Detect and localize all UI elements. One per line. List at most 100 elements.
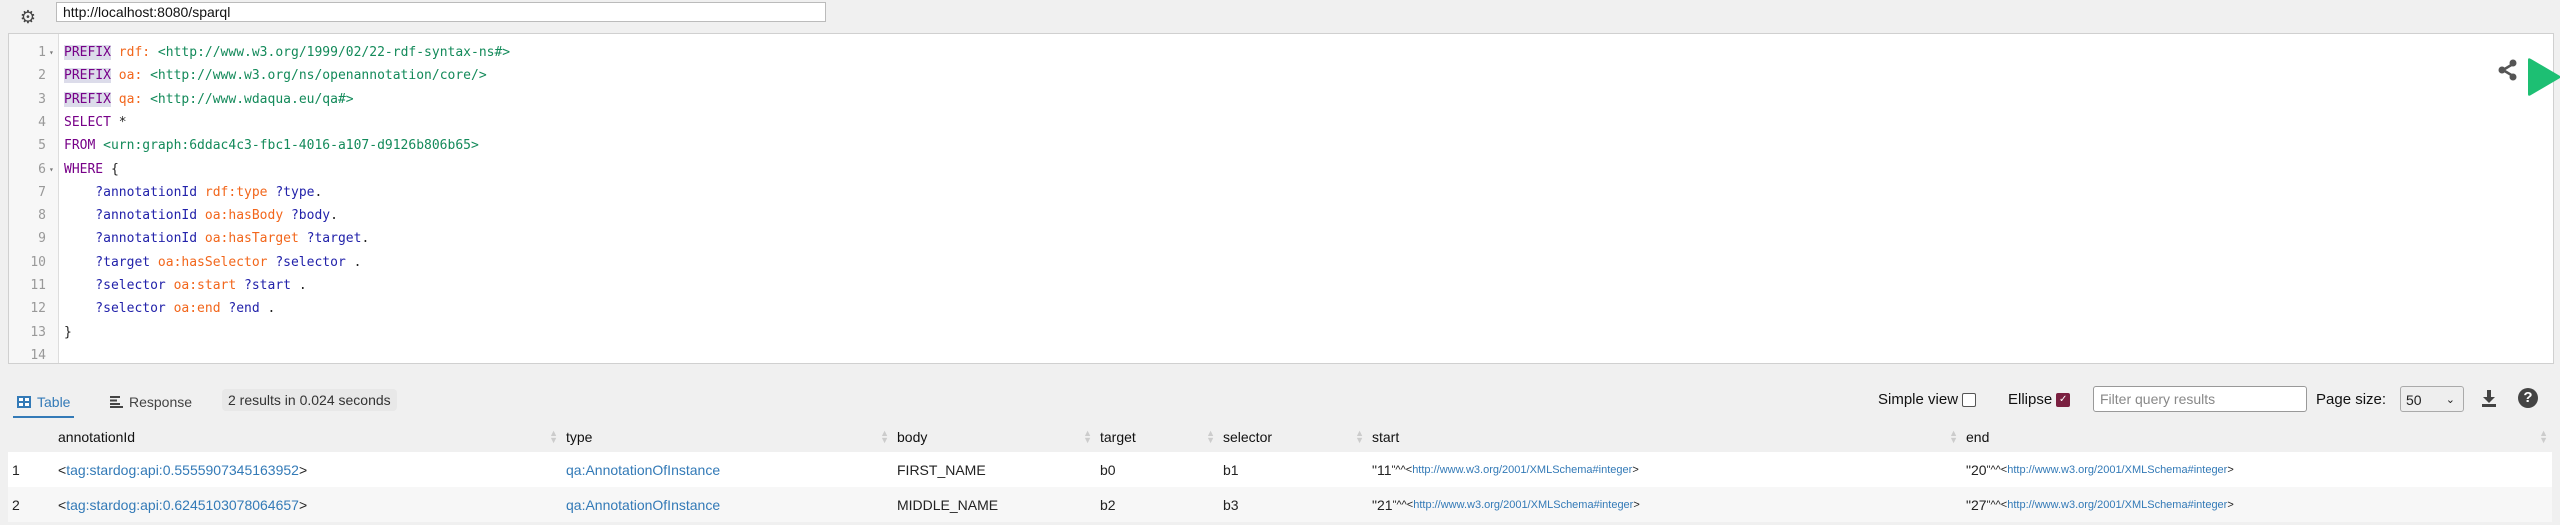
code-token: SELECT	[64, 114, 111, 130]
sort-icon[interactable]: ▲ ▼	[880, 429, 889, 445]
code-token: .	[361, 231, 370, 247]
table-cell: FIRST_NAME	[893, 452, 1096, 487]
sort-icon[interactable]: ▲ ▼	[1083, 429, 1092, 445]
column-header-body[interactable]: body ▲ ▼	[893, 422, 1096, 452]
code-token: ?target	[64, 254, 151, 270]
column-header-annotationId[interactable]: annotationId ▲ ▼	[54, 422, 562, 452]
column-header-label: start	[1372, 429, 1400, 445]
column-header-label: end	[1966, 429, 1990, 445]
code-token: ?annotationId	[64, 184, 198, 200]
table-icon	[17, 396, 31, 408]
body-value: FIRST_NAME	[897, 461, 986, 478]
line-number: 3	[38, 91, 46, 107]
datatype-link[interactable]: http://www.w3.org/2001/XMLSchema#integer	[2007, 499, 2227, 511]
code-token: .	[330, 208, 338, 224]
selector-value: b1	[1223, 461, 1239, 478]
page-size-select[interactable]: 50 ⌄	[2400, 386, 2464, 412]
code-text: WHERE {	[64, 158, 119, 181]
column-header-end[interactable]: end ▲ ▼	[1962, 422, 2552, 452]
code-token: .	[259, 301, 276, 317]
filter-results-input[interactable]	[2093, 386, 2307, 412]
code-token: ?annotationId	[64, 231, 198, 247]
code-token: qa:	[110, 91, 143, 107]
code-text: PREFIX oa: <http://www.w3.org/ns/openann…	[64, 64, 487, 87]
code-token: FROM	[64, 138, 96, 154]
datatype-link[interactable]: http://www.w3.org/2001/XMLSchema#integer	[2007, 464, 2227, 476]
code-token: PREFIX	[64, 68, 111, 84]
line-number: 7	[38, 184, 46, 200]
target-value: b2	[1100, 496, 1116, 513]
code-token: ?type	[267, 184, 315, 200]
ellipse-toggle[interactable]: Ellipse ✓	[2008, 389, 2071, 411]
column-header-label: annotationId	[58, 429, 136, 445]
fold-arrow-icon[interactable]: ▾	[49, 41, 54, 64]
datatype-link[interactable]: http://www.w3.org/2001/XMLSchema#integer	[1412, 464, 1632, 476]
tab-table[interactable]: Table	[13, 392, 75, 418]
line-number: 8	[38, 208, 46, 224]
simple-view-toggle[interactable]: Simple view	[1878, 389, 1977, 411]
play-icon[interactable]	[2522, 56, 2560, 98]
type-link[interactable]: qa:AnnotationOfInstance	[566, 462, 720, 478]
column-header-target[interactable]: target ▲ ▼	[1096, 422, 1219, 452]
start-value: 21	[1376, 496, 1393, 513]
bracket: >	[298, 461, 308, 478]
line-number: 13	[30, 324, 46, 340]
table-cell: b3	[1219, 487, 1368, 522]
tab-response[interactable]: Response	[110, 392, 192, 412]
results-summary: 2 results in 0.024 seconds	[222, 389, 397, 411]
sort-icon[interactable]: ▲ ▼	[1206, 429, 1215, 445]
ellipse-checkbox[interactable]: ✓	[2056, 393, 2071, 407]
fold-arrow-icon[interactable]: ▾	[49, 158, 54, 181]
column-header-type[interactable]: type ▲ ▼	[562, 422, 893, 452]
question-circle-icon[interactable]: ?	[2518, 388, 2538, 408]
table-cell: <tag:stardog:api:0.5555907345163952>	[54, 452, 562, 487]
column-header-label: body	[897, 429, 928, 445]
code-token: oa:hasSelector	[150, 254, 268, 270]
simple-view-checkbox[interactable]	[1962, 393, 1977, 407]
share-icon[interactable]	[2497, 58, 2519, 82]
bracket: >	[1632, 463, 1639, 476]
sort-icon[interactable]: ▲ ▼	[1355, 429, 1364, 445]
datatype-link[interactable]: http://www.w3.org/2001/XMLSchema#integer	[1413, 499, 1633, 511]
bracket: >	[2227, 463, 2234, 476]
code-text: SELECT *	[64, 111, 127, 134]
sort-icon[interactable]: ▲ ▼	[1949, 429, 1958, 445]
line-number: 10	[30, 254, 46, 270]
table-cell: qa:AnnotationOfInstance	[562, 487, 893, 522]
annotation-id-link[interactable]: tag:stardog:api:0.5555907345163952	[66, 462, 299, 478]
bracket: >	[1633, 498, 1640, 511]
table-cell: MIDDLE_NAME	[893, 487, 1096, 522]
code-token: oa:hasBody	[197, 208, 284, 224]
query-editor[interactable]: 1 ▾ PREFIX rdf: <http://www.w3.org/1999/02…	[8, 33, 2560, 364]
column-header-start[interactable]: start ▲ ▼	[1368, 422, 1962, 452]
code-token: <urn:graph:6ddac4c3-fbc1-4016-a107-d9126…	[95, 138, 479, 154]
table-cell: 1	[8, 452, 54, 487]
column-header-selector[interactable]: selector ▲ ▼	[1219, 422, 1368, 452]
table-cell: b2	[1096, 487, 1219, 522]
code-token: ?body	[283, 208, 331, 224]
bracket: <	[58, 496, 67, 513]
code-token: rdf:	[110, 45, 151, 60]
type-link[interactable]: qa:AnnotationOfInstance	[566, 497, 720, 513]
download-icon[interactable]	[2480, 389, 2498, 407]
annotation-id-link[interactable]: tag:stardog:api:0.6245103078064657	[66, 497, 299, 513]
column-header-label: target	[1100, 429, 1136, 445]
ellipse-label: Ellipse	[2008, 391, 2053, 408]
bracket: >	[2227, 498, 2234, 511]
code-token: rdf:type	[197, 184, 268, 200]
datatype-prefix: "^^<	[1986, 463, 2008, 476]
code-text: PREFIX qa: <http://www.wdaqua.eu/qa#>	[64, 88, 354, 111]
line-number: 5	[38, 138, 46, 154]
chevron-down-icon: ⌄	[2445, 394, 2455, 406]
gear-icon[interactable]: ⚙	[19, 8, 37, 26]
table-row: 1 <tag:stardog:api:0.5555907345163952> qa:…	[8, 452, 2552, 487]
endpoint-url-input[interactable]	[56, 2, 826, 22]
code-text: ?target oa:hasSelector ?selector .	[64, 251, 361, 274]
code-text: PREFIX rdf: <http://www.w3.org/1999/02/2…	[64, 41, 510, 64]
table-header-row: annotationId ▲ ▼ type ▲ ▼ body ▲ ▼ target ▲ ▼ select…	[8, 422, 2552, 452]
end-value: 20	[1970, 461, 1987, 478]
code-token: }	[64, 324, 72, 340]
sort-icon[interactable]: ▲ ▼	[549, 429, 558, 445]
code-token: WHERE	[64, 161, 104, 177]
sort-icon[interactable]: ▲ ▼	[2539, 429, 2548, 445]
